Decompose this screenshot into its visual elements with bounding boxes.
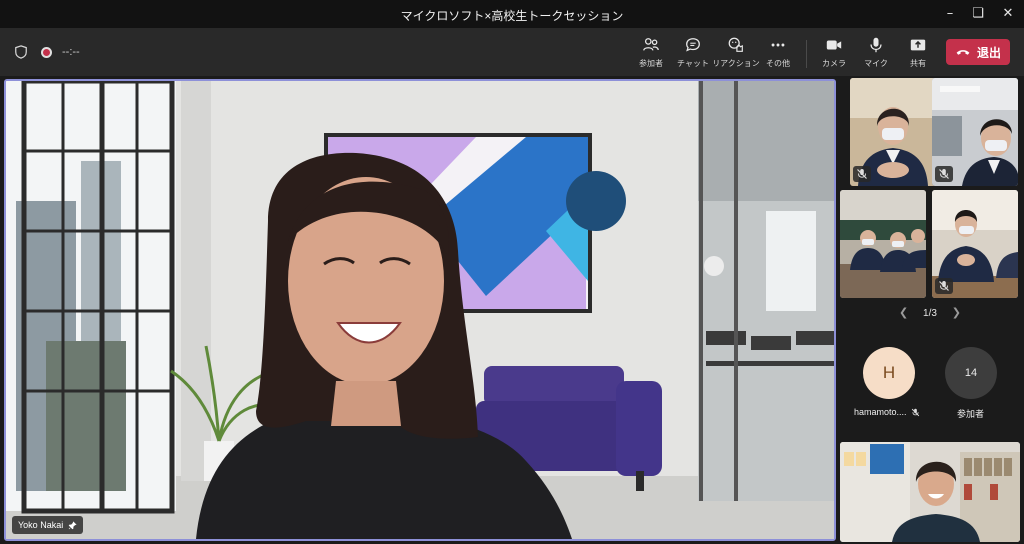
share-button[interactable]: 共有	[894, 36, 942, 74]
gallery-tile[interactable]	[850, 78, 936, 186]
teams-meeting-window: マイクロソフト×高校生トークセッション – ❏ ✕ --:-- 参加者 チャット…	[0, 0, 1024, 544]
more-options-button[interactable]: その他	[754, 36, 802, 74]
speaker-name: Yoko Nakai	[18, 520, 64, 530]
leave-label: 退出	[976, 45, 1001, 60]
participant-name-label: hamamoto....	[854, 407, 920, 417]
gallery-tile[interactable]	[840, 190, 926, 298]
speaker-name-chip: Yoko Nakai	[12, 516, 84, 534]
people-icon	[643, 38, 659, 51]
gallery-tile[interactable]	[932, 78, 1018, 186]
more-participants-label: 参加者	[957, 409, 985, 419]
gallery-tile[interactable]	[932, 190, 1018, 298]
muted-indicator	[935, 278, 953, 294]
camera-label: カメラ	[822, 59, 846, 68]
share-screen-icon	[910, 39, 926, 51]
muted-indicator	[853, 166, 871, 182]
title-bar: マイクロソフト×高校生トークセッション – ❏ ✕	[0, 0, 1024, 28]
toolbar-divider	[806, 40, 807, 68]
participant-avatar[interactable]: H	[863, 347, 915, 399]
participants-button[interactable]: 参加者	[627, 36, 675, 74]
pin-icon[interactable]	[68, 520, 77, 530]
speaker-video-frame	[6, 81, 834, 539]
recording-icon	[41, 46, 52, 58]
participant-video	[840, 190, 926, 298]
previous-page-icon[interactable]: ❮	[899, 306, 908, 319]
main-speaker-video[interactable]: Yoko Nakai	[4, 79, 836, 541]
reactions-label: リアクション	[712, 59, 760, 68]
mic-off-icon	[939, 169, 949, 179]
muted-indicator	[935, 166, 953, 182]
self-view-video[interactable]	[840, 442, 1020, 542]
more-participants-button[interactable]: 14	[945, 347, 997, 399]
more-icon	[771, 43, 785, 47]
mic-button[interactable]: マイク	[852, 36, 900, 74]
mic-label: マイク	[864, 59, 888, 68]
page-indicator: 1/3	[923, 308, 937, 319]
shield-icon	[15, 45, 27, 59]
more-label: その他	[766, 59, 790, 68]
chat-icon	[686, 38, 700, 52]
mic-off-icon	[857, 169, 867, 179]
leave-button[interactable]: 退出	[946, 39, 1010, 65]
mic-off-icon	[939, 281, 949, 291]
maximize-button[interactable]: ❏	[968, 4, 988, 24]
reaction-icon	[728, 37, 743, 52]
window-title: マイクロソフト×高校生トークセッション	[400, 9, 624, 23]
participant-name: hamamoto....	[854, 407, 907, 417]
mic-off-icon	[911, 408, 919, 416]
meeting-toolbar: --:-- 参加者 チャット リアクション その他 カメラ マイク 共有	[0, 28, 1024, 76]
chat-label: チャット	[677, 59, 709, 68]
gallery-pager: ❮ 1/3 ❯	[842, 306, 1018, 322]
camera-button[interactable]: カメラ	[810, 36, 858, 74]
reactions-button[interactable]: リアクション	[712, 36, 760, 74]
minimize-button[interactable]: –	[940, 4, 960, 24]
meeting-timer: --:--	[62, 46, 80, 58]
camera-icon	[826, 40, 842, 50]
next-page-icon[interactable]: ❯	[952, 306, 961, 319]
meeting-status: --:--	[14, 44, 80, 60]
close-button[interactable]: ✕	[998, 4, 1018, 24]
chat-button[interactable]: チャット	[669, 36, 717, 74]
microphone-icon	[870, 37, 882, 53]
self-view-frame	[840, 442, 1020, 542]
share-label: 共有	[910, 59, 926, 68]
participants-label: 参加者	[639, 59, 663, 68]
hang-up-icon	[956, 50, 970, 55]
